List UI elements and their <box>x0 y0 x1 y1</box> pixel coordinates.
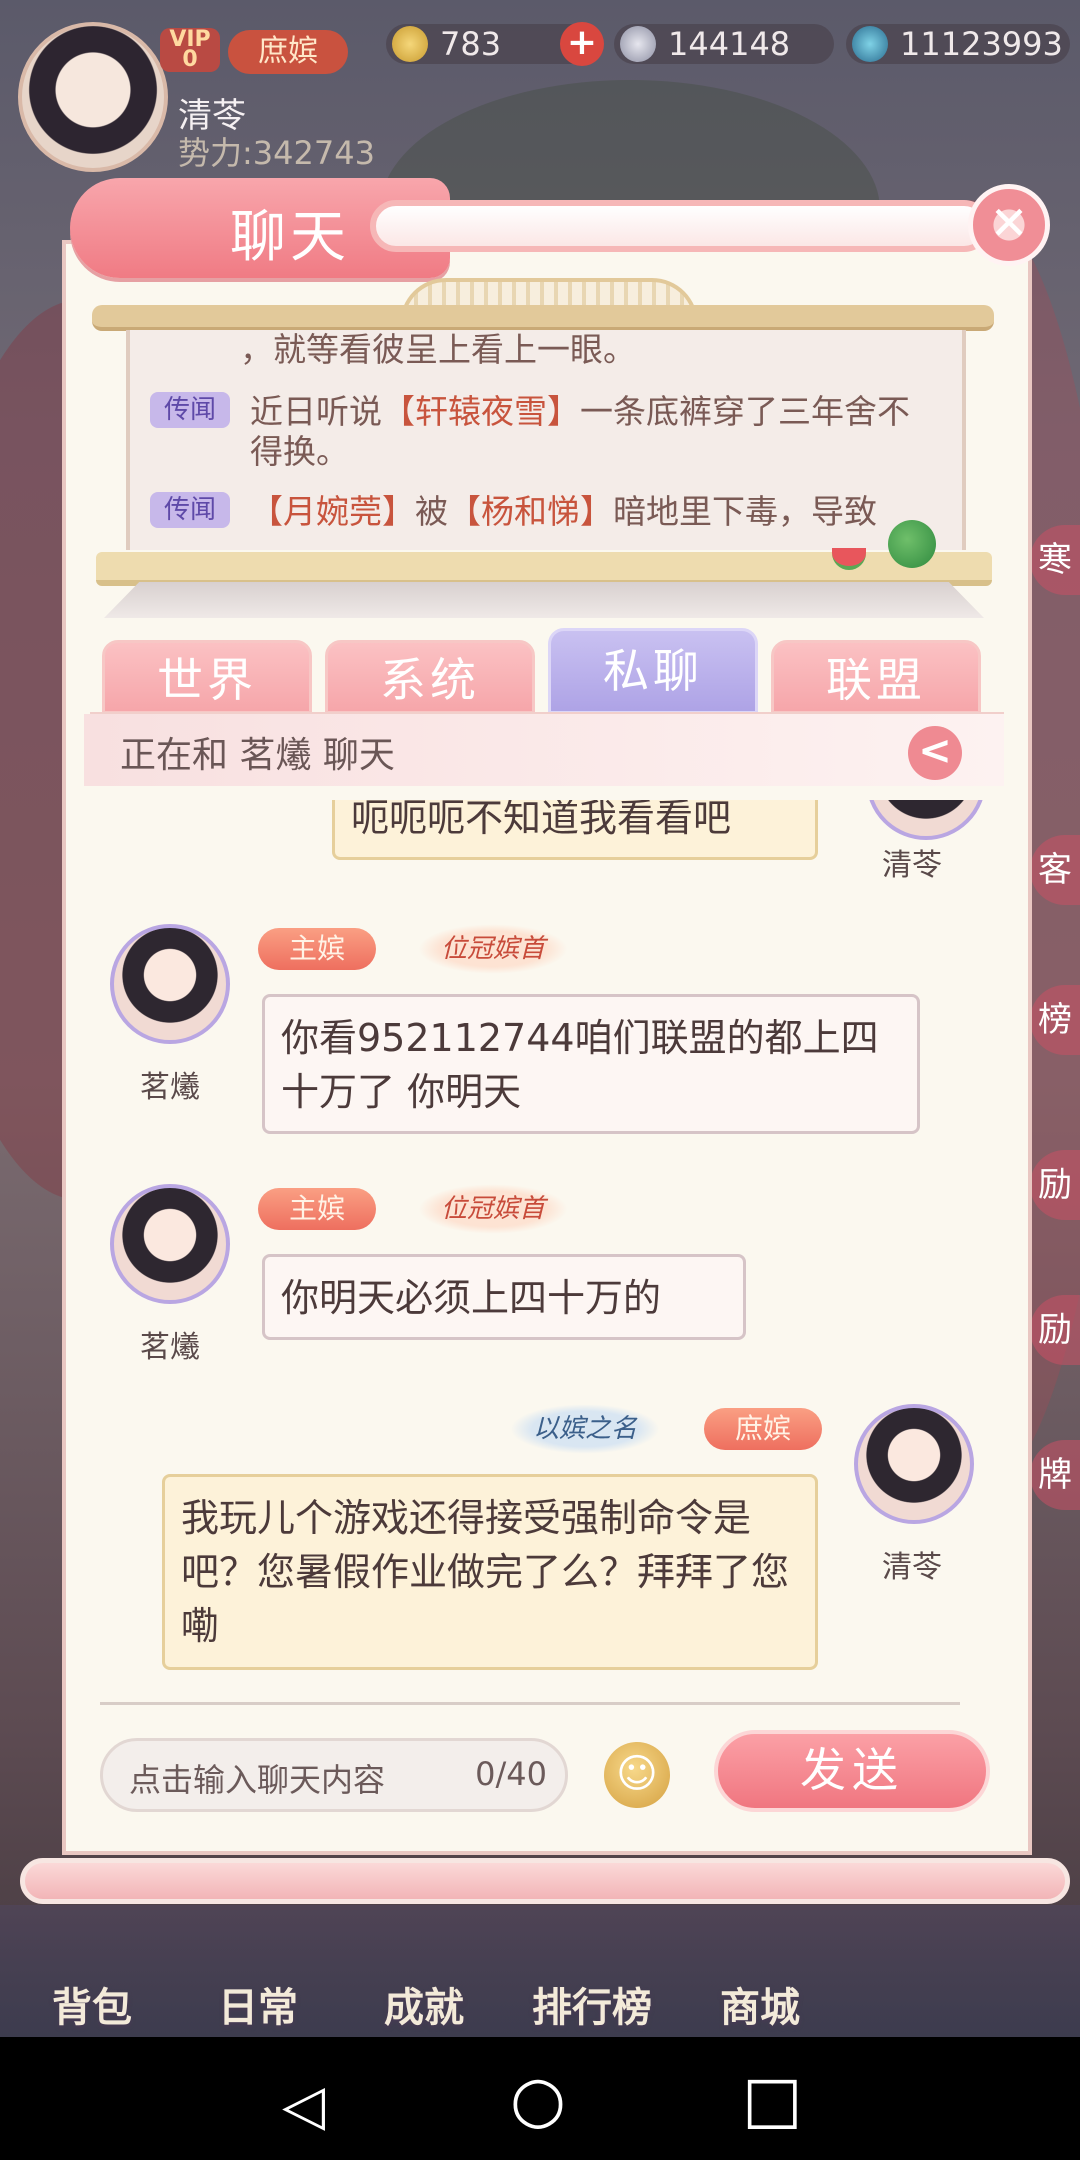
sender-name: 清苓 <box>882 1550 942 1585</box>
silver-value: 144148 <box>668 25 791 63</box>
nav-daily[interactable]: 日常 <box>218 1975 298 2033</box>
silver-counter: 144148 <box>614 24 834 64</box>
rumor-name: 【月婉莞】 <box>250 492 415 531</box>
send-button[interactable]: 发送 <box>714 1730 990 1812</box>
player-power: 势力:342743 <box>178 134 375 172</box>
emoji-icon[interactable]: ☺ <box>604 1742 670 1808</box>
gem-counter: 11123993 <box>846 24 1070 64</box>
recent-apps-icon[interactable]: □ <box>742 2063 802 2137</box>
rumor-text: 暗地里下毒，导致 <box>613 492 877 531</box>
gem-icon <box>852 26 888 62</box>
chat-title: 聊天 <box>230 205 350 270</box>
system-nav-bar: ◁ ○ □ <box>0 2037 1080 2160</box>
char-counter: 0/40 <box>475 1755 547 1793</box>
silver-icon <box>620 26 656 62</box>
avatar[interactable] <box>866 800 986 840</box>
chat-status-bar: 正在和 茗爔 聊天 <box>84 714 1004 786</box>
rumor-name: 【轩辕夜雪】 <box>382 392 580 431</box>
nav-shop[interactable]: 商城 <box>720 1975 800 2033</box>
title-bar-decoration <box>370 200 990 252</box>
rank-badge: 主嫔 <box>258 1188 376 1230</box>
vip-badge[interactable]: VIP 0 <box>160 28 220 72</box>
vip-level: 0 <box>182 47 198 72</box>
gem-value: 11123993 <box>900 25 1063 63</box>
watermelon-icon <box>888 520 936 568</box>
board-shadow <box>104 582 984 618</box>
gold-value: 783 <box>440 25 502 63</box>
back-arrow-button[interactable]: < <box>908 726 962 780</box>
rumor-tag: 传闻 <box>150 492 230 528</box>
title-badge: 以嫔之名 <box>510 1404 660 1454</box>
tab-system[interactable]: 系统 <box>325 640 535 714</box>
rumor-item: 传闻 近日听说【轩辕夜雪】一条底裤穿了三年舍不得换。 <box>150 392 940 472</box>
sender-name: 茗爔 <box>140 1330 200 1365</box>
panel-bottom-rail <box>20 1858 1070 1904</box>
rank-badge: 主嫔 <box>258 928 376 970</box>
top-hud: VIP 0 庶嫔 783 + 144148 11123993 清苓 势力:342… <box>0 0 1080 172</box>
tab-alliance[interactable]: 联盟 <box>771 640 981 714</box>
avatar[interactable] <box>110 1184 230 1304</box>
avatar[interactable] <box>110 924 230 1044</box>
message-bubble: 呃呃呃不知道我看看吧 <box>332 800 818 860</box>
title-badge: 位冠嫔首 <box>418 924 568 974</box>
game-bottom-nav: 背包 日常 成就 排行榜 商城 <box>0 1905 1080 2037</box>
rumor-tag: 传闻 <box>150 392 230 428</box>
rumor-name: 【杨和悌】 <box>448 492 613 531</box>
rumor-board[interactable]: ，就等看彼呈上看上一眼。 传闻 近日听说【轩辕夜雪】一条底裤穿了三年舍不得换。 传… <box>126 330 966 550</box>
chat-input-placeholder: 点击输入聊天内容 <box>129 1761 386 1799</box>
chat-message-list[interactable]: 呃呃呃不知道我看看吧 清苓 茗爔 主嫔 位冠嫔首 你看952112744咱们联盟… <box>66 800 1026 1680</box>
sender-name: 茗爔 <box>140 1070 200 1105</box>
avatar[interactable] <box>854 1404 974 1524</box>
nav-leaderboard[interactable]: 排行榜 <box>532 1975 652 2033</box>
rumor-text: 近日听说 <box>250 392 382 431</box>
chat-input[interactable]: 点击输入聊天内容 0/40 <box>100 1738 568 1812</box>
close-button[interactable]: ✕ <box>968 184 1050 266</box>
sender-name: 清苓 <box>882 848 942 883</box>
gold-ingot-icon <box>392 26 428 62</box>
nav-achievements[interactable]: 成就 <box>384 1975 464 2033</box>
title-badge: 位冠嫔首 <box>418 1184 568 1234</box>
recharge-plus-button[interactable]: + <box>560 22 604 66</box>
message-bubble: 你明天必须上四十万的 <box>262 1254 746 1340</box>
back-triangle-icon[interactable]: ◁ <box>282 2073 325 2138</box>
home-circle-icon[interactable]: ○ <box>510 2063 566 2137</box>
rank-badge: 庶嫔 <box>704 1408 822 1450</box>
rumor-partial-line: ，就等看彼呈上看上一眼。 <box>240 330 636 369</box>
player-rank-badge: 庶嫔 <box>228 30 348 74</box>
nav-bag[interactable]: 背包 <box>52 1975 132 2033</box>
chat-status-text: 正在和 茗爔 聊天 <box>120 735 395 776</box>
tab-world[interactable]: 世界 <box>102 640 312 714</box>
rumor-text: 被 <box>415 492 448 531</box>
tab-private-chat[interactable]: 私聊 <box>548 628 758 714</box>
message-bubble: 我玩儿个游戏还得接受强制命令是吧？您暑假作业做完了么？拜拜了您嘞 <box>162 1474 818 1670</box>
message-bubble: 你看952112744咱们联盟的都上四十万了 你明天 <box>262 994 920 1134</box>
rumor-item: 传闻 【月婉莞】被【杨和悌】暗地里下毒，导致 <box>150 492 940 532</box>
input-divider <box>100 1702 960 1705</box>
board-roof <box>92 305 994 331</box>
player-avatar[interactable] <box>18 22 168 172</box>
